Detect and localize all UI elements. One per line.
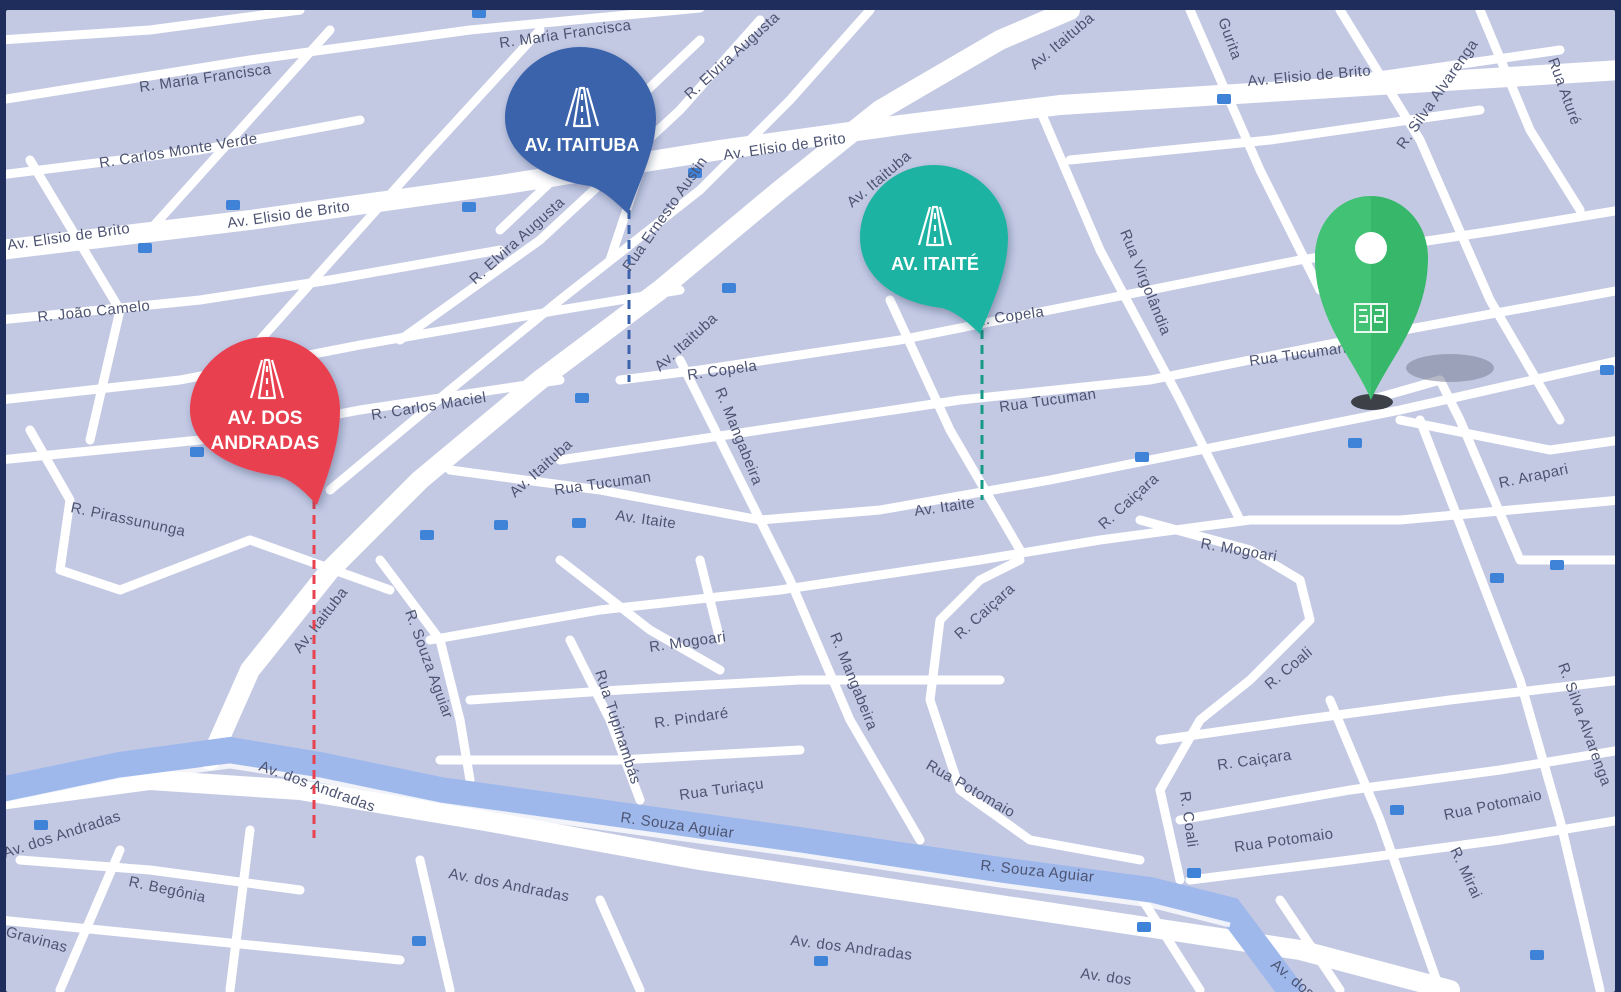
location-pin-shadow	[1406, 354, 1494, 382]
bus-stop-icon	[34, 820, 48, 830]
bus-stop-icon	[1135, 452, 1149, 462]
bus-stop-icon	[1217, 94, 1231, 104]
bus-stop-icon	[138, 243, 152, 253]
bus-stop-icon	[1187, 868, 1201, 878]
bus-stop-icon	[226, 200, 240, 210]
bus-stop-icon	[1348, 438, 1362, 448]
bus-stop-icon	[722, 283, 736, 293]
bus-stop-icon	[1490, 573, 1504, 583]
pin-label-line2: ANDRADAS	[211, 433, 320, 454]
pin-label-line1: AV. ITAITÉ	[891, 253, 979, 274]
bus-stop-icon	[462, 202, 476, 212]
bus-stop-icon	[494, 520, 508, 530]
pin-label-line1: AV. ITAITUBA	[525, 135, 640, 155]
bus-stop-icon	[1550, 560, 1564, 570]
bus-stop-icon	[814, 956, 828, 966]
bus-stop-icon	[1530, 950, 1544, 960]
bus-stop-icon	[575, 393, 589, 403]
location-pin-hole	[1355, 232, 1387, 264]
bus-stop-icon	[1137, 922, 1151, 932]
bus-stop-icon	[572, 518, 586, 528]
street-map: R. Maria Francisca R. Maria Francisca R.…	[0, 0, 1621, 992]
bus-stop-icon	[190, 447, 204, 457]
bus-stop-icon	[1600, 365, 1614, 375]
bus-stop-icon	[1390, 805, 1404, 815]
bus-stop-icon	[420, 530, 434, 540]
pin-label-line1: AV. DOS	[228, 408, 303, 429]
bus-stop-icon	[412, 936, 426, 946]
